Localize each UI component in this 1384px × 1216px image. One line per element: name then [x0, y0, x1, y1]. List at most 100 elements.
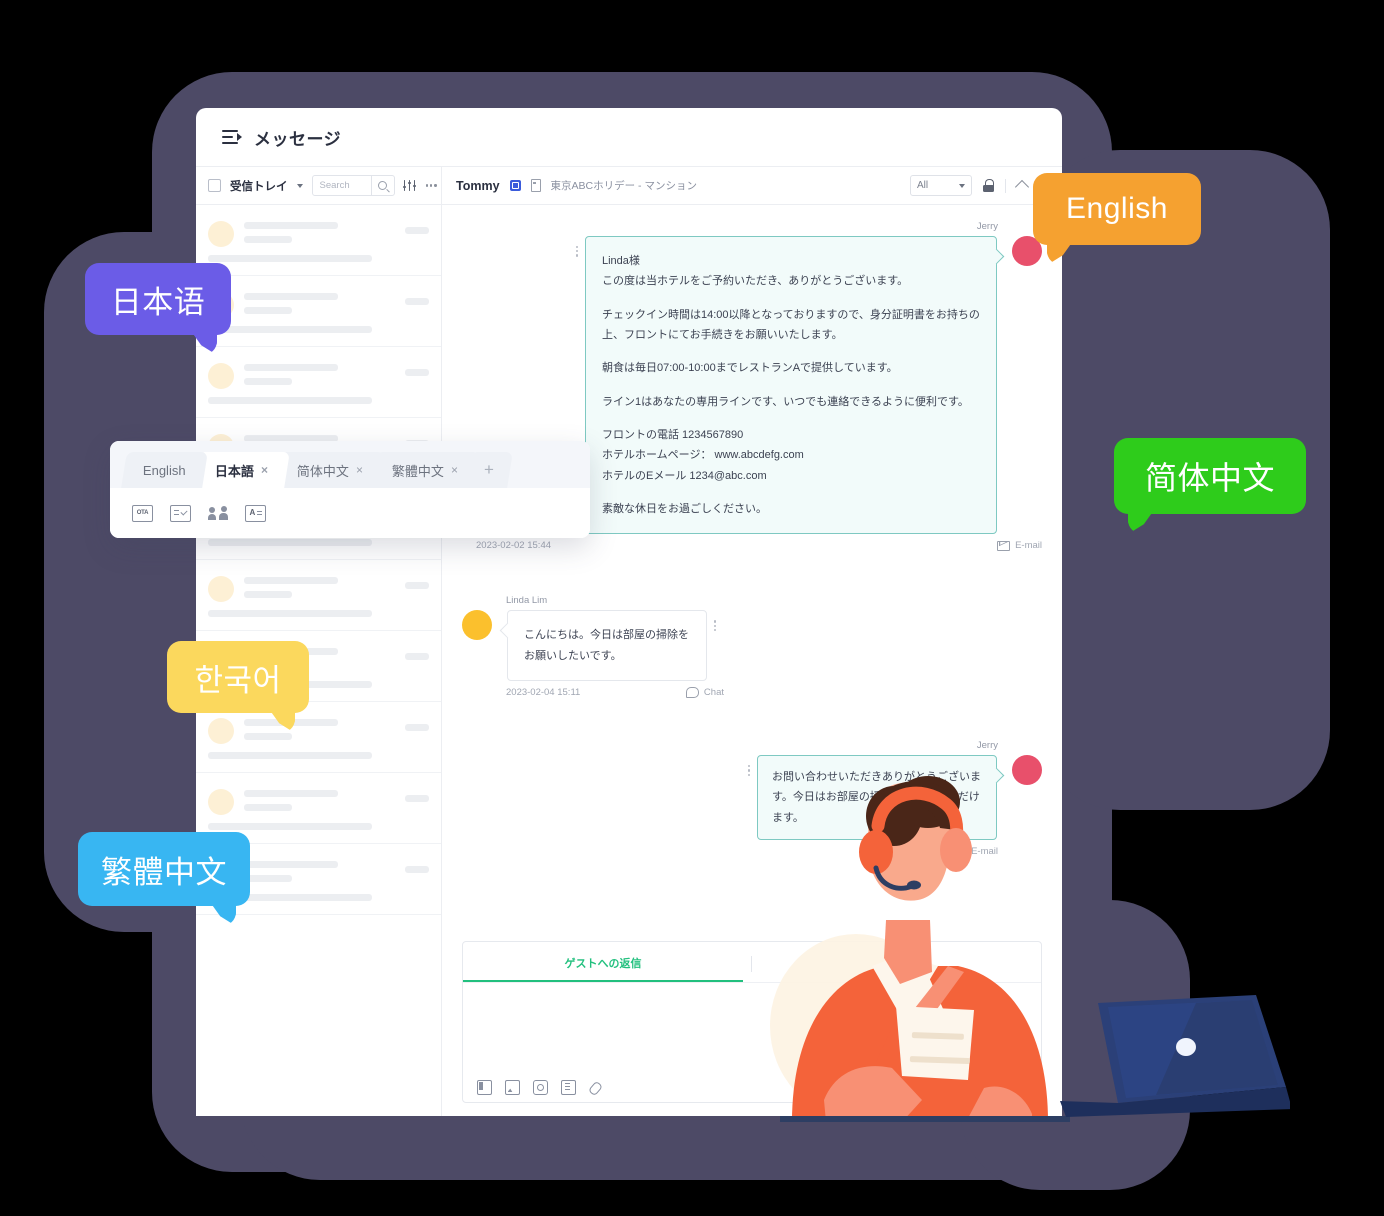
image-icon[interactable]: [505, 1079, 520, 1095]
emoji-icon[interactable]: [533, 1079, 548, 1095]
folder-label[interactable]: 受信トレイ: [230, 178, 288, 194]
message-meta: 2023-02-02 15:44 E-mail: [462, 540, 1042, 551]
avatar: [208, 221, 234, 247]
language-tools: OTA: [110, 488, 590, 538]
avatar: [208, 789, 234, 815]
list-item[interactable]: [196, 205, 441, 276]
avatar[interactable]: [462, 610, 492, 641]
message-options-icon[interactable]: [747, 755, 750, 776]
message-meta: 2023-02-04 15:11 Chat: [462, 687, 724, 699]
language-tabs-card: English 日本語 × 简体中文 × 繁體中文 × + OTA: [110, 441, 590, 538]
language-bubble-1: English: [1033, 173, 1201, 265]
language-tab-2[interactable]: 日本語 ×: [192, 452, 290, 488]
message-paragraph: ライン1はあなたの専用ラインです、いつでも連絡できるように便利です。: [602, 395, 969, 408]
more-options-icon[interactable]: [425, 184, 437, 187]
list-item[interactable]: [196, 347, 441, 418]
chevron-up-icon[interactable]: [1014, 179, 1030, 195]
app-header: メッセージ: [196, 108, 1062, 166]
conversation-header-actions: All: [910, 175, 1051, 196]
message-channel: Chat: [703, 687, 724, 699]
language-bubble-label: 한국어: [194, 662, 282, 698]
skeleton-line: [405, 369, 429, 376]
chevron-down-icon: [959, 183, 965, 188]
customer-support-agent-illustration: [770, 776, 1070, 1122]
message-author: Jerry: [976, 740, 998, 752]
ota-icon[interactable]: OTA: [132, 504, 153, 522]
close-icon[interactable]: ×: [261, 463, 268, 477]
ota-label: OTA: [136, 510, 149, 516]
form-check-icon[interactable]: [170, 504, 191, 522]
laptop-illustration: [1060, 995, 1290, 1117]
lock-icon[interactable]: [983, 179, 994, 192]
skeleton-line: [208, 610, 372, 617]
skeleton-line: [244, 804, 292, 811]
message-timestamp: 2023-02-04 15:11: [506, 687, 581, 699]
message-channel: E-mail: [1015, 540, 1042, 552]
bubble-tail: [988, 248, 1005, 265]
select-all-checkbox[interactable]: [208, 179, 221, 192]
divider: [1005, 178, 1006, 193]
language-bubble-4: 한국어: [167, 641, 309, 733]
group-people-icon[interactable]: [208, 505, 228, 521]
message-options-icon[interactable]: [575, 236, 578, 257]
language-bubble-label: 日本语: [110, 284, 206, 320]
filter-sliders-icon[interactable]: [402, 180, 417, 191]
message-timestamp: 2023-02-02 15:44: [476, 540, 552, 552]
channel-filter-select[interactable]: All: [910, 175, 972, 196]
attachment-icon[interactable]: [589, 1081, 602, 1094]
avatar: [208, 718, 234, 744]
verified-badge-icon: [509, 180, 521, 191]
message-bubble: Linda様 この度は当ホテルをご予約いただき、ありがとうございます。 チェック…: [585, 236, 1005, 535]
list-item[interactable]: [196, 560, 441, 631]
mail-icon: [997, 540, 1011, 551]
page-title: メッセージ: [254, 129, 342, 149]
language-tab-3[interactable]: 简体中文 ×: [274, 452, 385, 488]
language-tabs: English 日本語 × 简体中文 × 繁體中文 × +: [110, 441, 590, 488]
tab-reply-to-guest[interactable]: ゲストへの返信: [463, 955, 743, 982]
message-paragraph: チェックイン時間は14:00以降となっておりますので、身分証明書をお持ちの上、フ…: [602, 308, 980, 342]
message-options-icon[interactable]: [714, 610, 717, 631]
property-name: 東京ABCホリデー - マンション: [550, 180, 697, 192]
language-tab-label: 日本語: [214, 463, 254, 479]
building-icon: [530, 179, 541, 192]
document-icon[interactable]: [561, 1079, 576, 1095]
channel-filter-value: All: [917, 180, 929, 191]
search-icon[interactable]: [370, 176, 394, 195]
list-item[interactable]: [196, 276, 441, 347]
message-item: Linda Lim こんにちは。今日は部屋の掃除をお願いしたいです。 2023-…: [462, 595, 1042, 699]
language-bubble-3: 简体中文: [1114, 438, 1306, 534]
language-bubble-label: English: [1066, 192, 1168, 225]
skeleton-line: [405, 724, 429, 731]
skeleton-line: [405, 227, 429, 234]
skeleton-line: [405, 298, 429, 305]
list-menu-icon[interactable]: [222, 130, 242, 144]
search-input[interactable]: Search: [311, 175, 395, 196]
skeleton-line: [405, 582, 429, 589]
skeleton-line: [208, 752, 372, 759]
message-paragraph: こんにちは。今日は部屋の掃除をお願いしたいです。: [524, 629, 689, 662]
skeleton-line: [244, 307, 292, 314]
skeleton-line: [244, 733, 292, 740]
close-icon[interactable]: ×: [356, 463, 363, 477]
plus-icon: +: [483, 460, 494, 479]
message-paragraph: 素敵な休日をお過ごしください。: [602, 503, 767, 516]
id-card-icon[interactable]: [245, 504, 266, 522]
language-bubble-label: 简体中文: [1144, 460, 1275, 496]
skeleton-line: [405, 866, 429, 873]
skeleton-line: [208, 255, 372, 262]
avatar: [208, 576, 234, 602]
chevron-down-icon[interactable]: [296, 183, 303, 188]
close-icon[interactable]: ×: [451, 463, 458, 477]
message-list: [196, 205, 441, 915]
template-icon[interactable]: [477, 1079, 492, 1095]
bubble-tail: [499, 623, 516, 639]
skeleton-line: [244, 790, 338, 797]
language-tab-label: English: [143, 462, 186, 478]
skeleton-line: [244, 861, 338, 868]
skeleton-line: [244, 591, 292, 598]
language-tab-1[interactable]: English: [121, 452, 208, 488]
skeleton-line: [244, 364, 338, 371]
language-tab-label: 简体中文: [296, 463, 349, 479]
message-author: Linda Lim: [506, 595, 548, 607]
language-tab-4[interactable]: 繁體中文 ×: [369, 452, 480, 488]
